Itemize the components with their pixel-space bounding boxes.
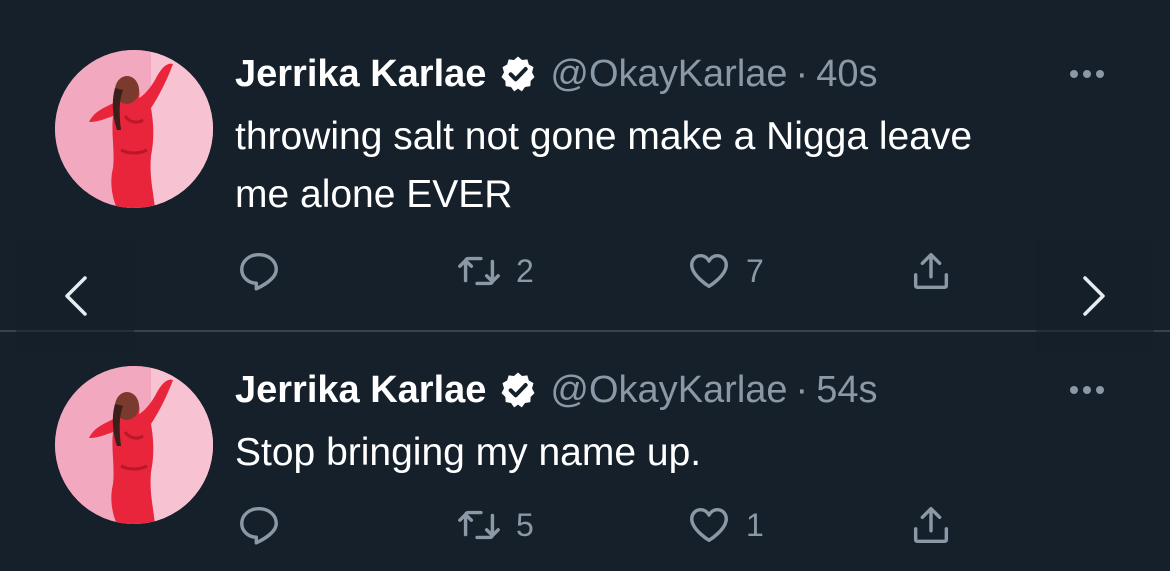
like-button[interactable]: 7 — [686, 246, 764, 296]
verified-icon — [498, 370, 538, 410]
previous-button[interactable] — [16, 240, 134, 352]
retweet-button[interactable]: 2 — [456, 246, 534, 296]
share-button[interactable] — [908, 500, 954, 550]
next-button[interactable] — [1036, 240, 1154, 352]
tweet-text-line: me alone EVER — [235, 173, 513, 216]
retweet-button[interactable]: 5 — [456, 500, 534, 550]
action-bar: 2 7 — [0, 246, 1170, 296]
like-icon — [690, 507, 728, 543]
timeline: Jerrika Karlae @OkayKarlae · 40s throwin… — [0, 0, 1170, 571]
share-icon — [913, 252, 949, 290]
action-bar: 5 1 — [0, 500, 1170, 550]
like-count: 1 — [746, 506, 764, 543]
tweet-header: Jerrika Karlae @OkayKarlae · 40s — [235, 50, 877, 98]
handle[interactable]: @OkayKarlae — [550, 369, 787, 412]
display-name[interactable]: Jerrika Karlae — [235, 53, 486, 96]
reply-button[interactable] — [236, 500, 282, 550]
retweet-icon — [458, 510, 500, 540]
avatar-photo — [55, 50, 213, 208]
more-icon[interactable] — [1062, 64, 1112, 84]
like-count: 7 — [746, 252, 764, 289]
tweet-text: Stop bringing my name up. — [235, 424, 1135, 482]
reply-icon — [240, 506, 278, 545]
tweet-header: Jerrika Karlae @OkayKarlae · 54s — [235, 366, 877, 414]
chevron-left-icon — [65, 276, 87, 316]
tweet-text-line: Stop bringing my name up. — [235, 431, 702, 474]
tweet-text: throwing salt not gone make a Nigga leav… — [235, 108, 1135, 224]
share-button[interactable] — [908, 246, 954, 296]
avatar[interactable] — [55, 50, 213, 208]
retweet-icon — [458, 256, 500, 286]
handle[interactable]: @OkayKarlae — [550, 53, 787, 96]
tweet[interactable]: Jerrika Karlae @OkayKarlae · 54s Stop br… — [0, 332, 1170, 571]
like-icon — [690, 253, 728, 289]
reply-button[interactable] — [236, 246, 282, 296]
chevron-right-icon — [1083, 276, 1105, 316]
verified-icon — [498, 54, 538, 94]
retweet-count: 2 — [516, 252, 534, 289]
retweet-count: 5 — [516, 506, 534, 543]
separator-dot: · — [795, 368, 809, 411]
tweet[interactable]: Jerrika Karlae @OkayKarlae · 40s throwin… — [0, 0, 1170, 330]
timestamp[interactable]: 40s — [816, 53, 877, 96]
reply-icon — [240, 252, 278, 291]
more-icon[interactable] — [1062, 380, 1112, 400]
tweet-text-line: throwing salt not gone make a Nigga leav… — [235, 115, 973, 158]
separator-dot: · — [795, 52, 809, 95]
like-button[interactable]: 1 — [686, 500, 764, 550]
share-icon — [913, 506, 949, 544]
display-name[interactable]: Jerrika Karlae — [235, 369, 486, 412]
timestamp[interactable]: 54s — [816, 369, 877, 412]
